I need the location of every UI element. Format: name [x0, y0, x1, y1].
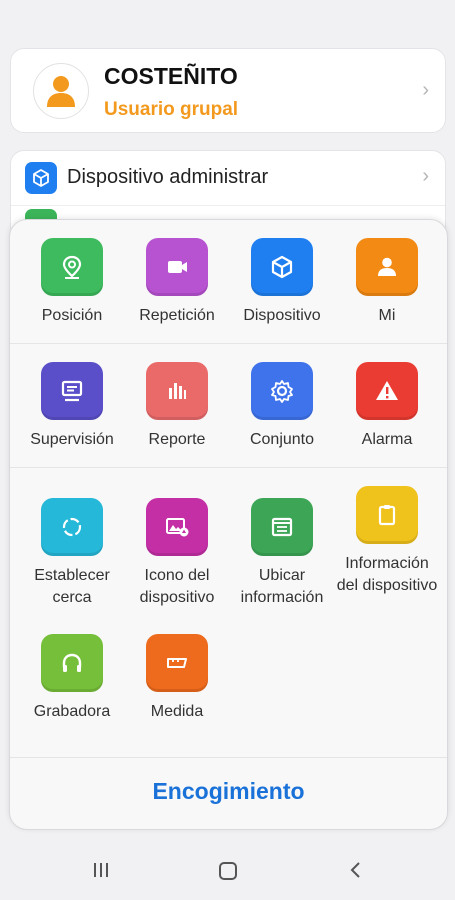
menu-item[interactable]: Posición	[18, 238, 126, 327]
menu-item[interactable]: Grabadora	[18, 634, 126, 723]
menu-item[interactable]: Establecer cerca	[18, 498, 126, 609]
divider	[10, 467, 447, 468]
browser-window-icon	[251, 498, 313, 556]
menu-item[interactable]: Mi	[333, 238, 441, 327]
user-icon	[47, 76, 75, 107]
warning-icon	[356, 362, 418, 420]
recents-icon[interactable]	[91, 860, 111, 885]
menu-item[interactable]: Icono del dispositivo	[123, 498, 231, 609]
menu-item-label: Reporte	[148, 431, 206, 448]
monitor-icon	[41, 362, 103, 420]
bar-chart-icon	[146, 362, 208, 420]
divider	[10, 757, 447, 758]
shrink-button[interactable]: Encogimiento	[10, 778, 447, 805]
menu-item[interactable]: Ubicar información	[228, 498, 336, 609]
function-menu-sheet: Posición Repetición Dispositivo Mi Supervisi…	[9, 219, 448, 830]
menu-item-label: Alarma	[361, 431, 413, 448]
menu-item-label: Posición	[41, 307, 103, 324]
back-icon[interactable]	[346, 860, 366, 885]
menu-item[interactable]: Reporte	[123, 362, 231, 451]
ruler-icon	[146, 634, 208, 692]
menu-item[interactable]: Alarma	[333, 362, 441, 451]
home-icon[interactable]	[217, 860, 239, 887]
location-pin-icon	[41, 238, 103, 296]
gear-icon	[251, 362, 313, 420]
menu-item[interactable]: Supervisión	[18, 362, 126, 451]
profile-card[interactable]: COSTEÑITO Usuario grupal ›	[10, 48, 446, 133]
headphones-icon	[41, 634, 103, 692]
menu-item[interactable]: Conjunto	[228, 362, 336, 451]
avatar	[33, 63, 89, 119]
menu-item-label: Ubicar información	[240, 567, 324, 606]
menu-item-label: Supervisión	[30, 431, 114, 448]
menu-item-label: Icono del dispositivo	[139, 567, 215, 606]
user-icon	[356, 238, 418, 296]
divider	[11, 205, 445, 206]
image-icon	[146, 498, 208, 556]
menu-item-label: Conjunto	[249, 431, 315, 448]
menu-item-label: Establecer cerca	[34, 567, 110, 606]
chevron-right-icon: ›	[422, 165, 429, 187]
menu-item[interactable]: Información del dispositivo	[333, 486, 441, 597]
menu-item[interactable]: Medida	[123, 634, 231, 723]
chevron-right-icon: ›	[422, 79, 429, 101]
menu-item[interactable]: Repetición	[123, 238, 231, 327]
cube-icon	[251, 238, 313, 296]
profile-role: Usuario grupal	[104, 99, 239, 120]
device-admin-label[interactable]: Dispositivo administrar	[67, 166, 268, 189]
profile-name: COSTEÑITO	[104, 63, 238, 89]
menu-item-label: Grabadora	[33, 703, 111, 720]
menu-item[interactable]: Dispositivo	[228, 238, 336, 327]
system-navbar	[0, 846, 455, 900]
video-camera-icon	[146, 238, 208, 296]
fence-circle-icon	[41, 498, 103, 556]
menu-item-label: Mi	[378, 307, 396, 324]
clipboard-icon	[356, 486, 418, 544]
menu-item-label: Medida	[150, 703, 204, 720]
menu-item-label: Dispositivo	[243, 307, 321, 324]
menu-item-label: Repetición	[139, 307, 215, 324]
cube-icon	[25, 162, 57, 194]
menu-item-label: Información del dispositivo	[336, 555, 438, 594]
divider	[10, 343, 447, 344]
